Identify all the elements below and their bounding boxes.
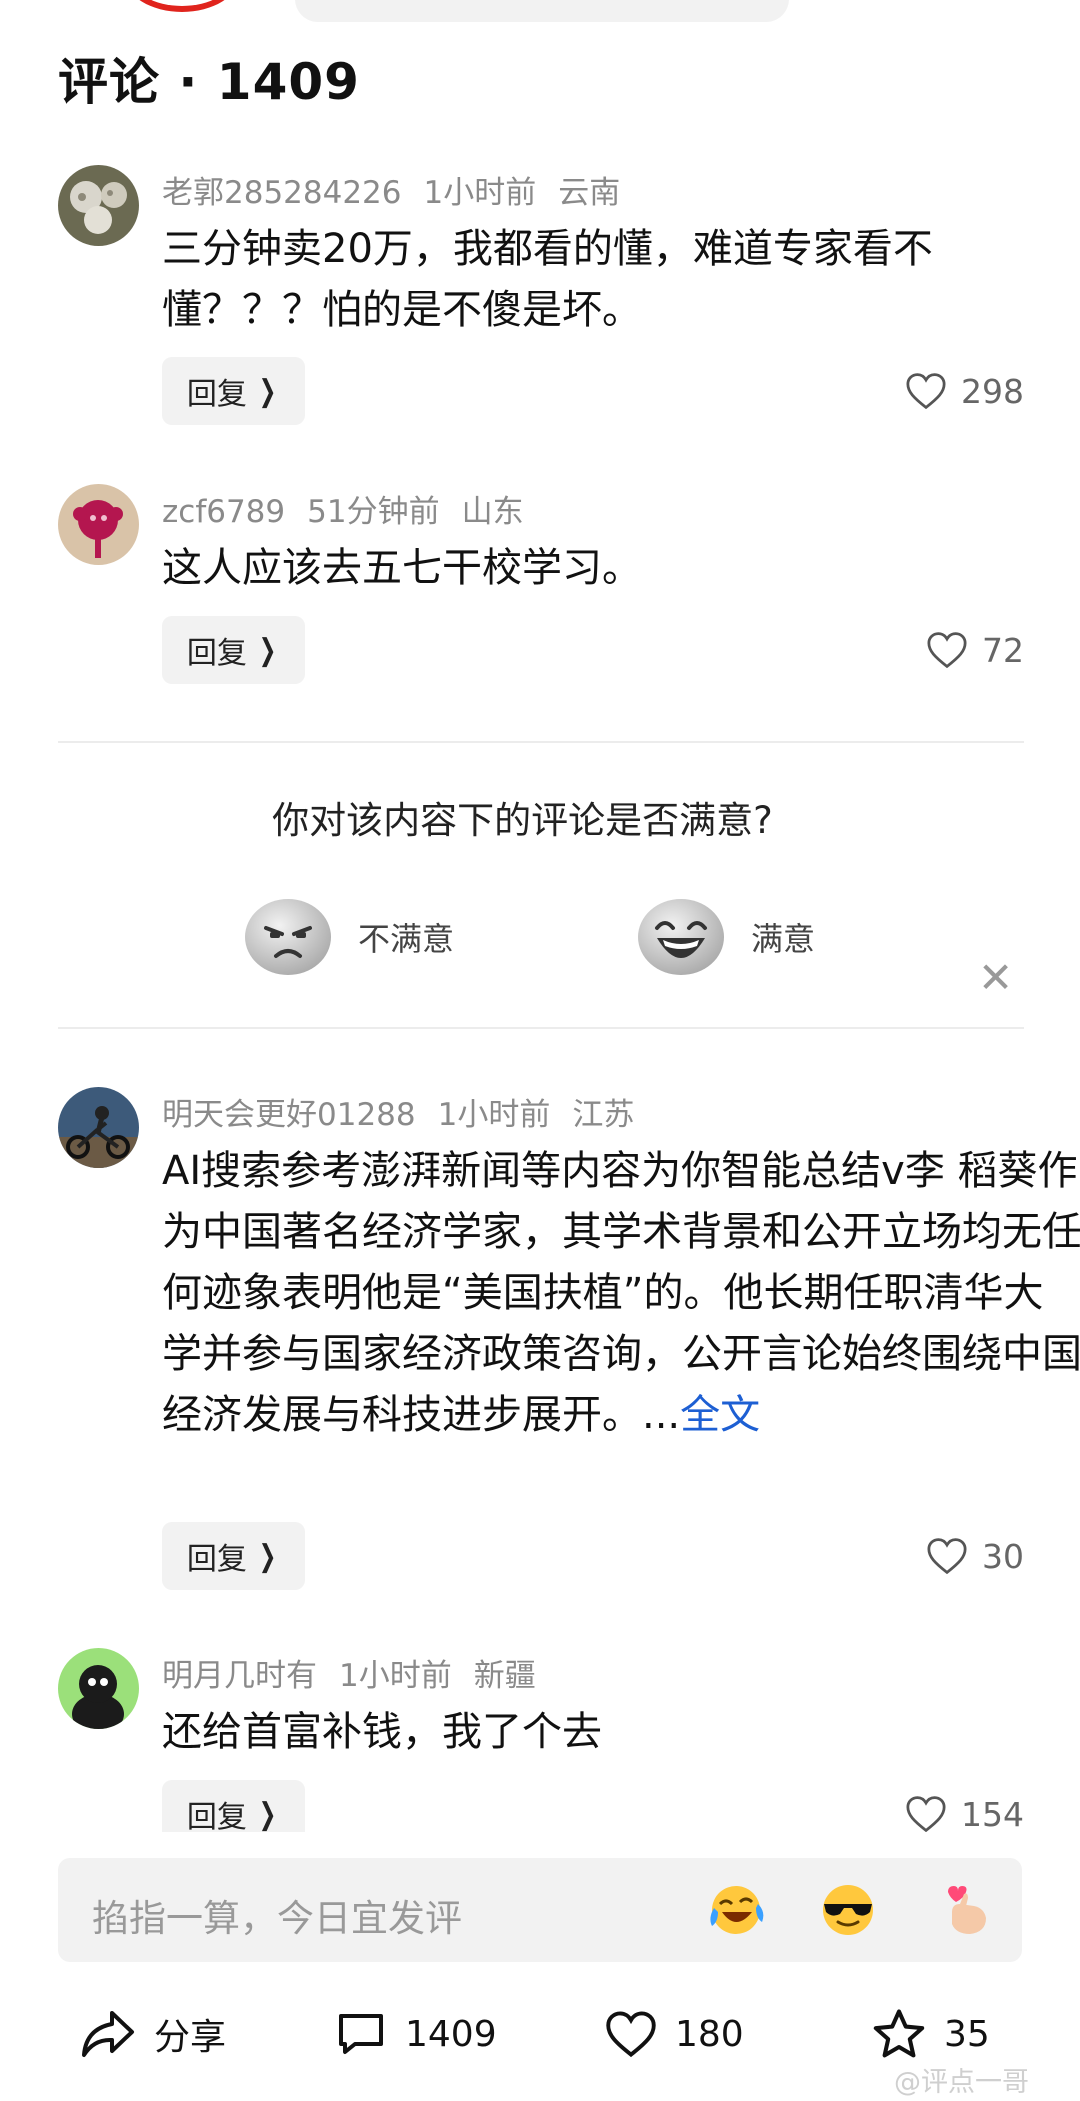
comment-input[interactable]: 掐指一算，今日宜发评 [58,1858,1022,1962]
reply-button[interactable]: 回复 ❯ [162,1780,305,1832]
divider [58,741,1024,743]
heart-icon [906,373,946,410]
heart-icon [927,632,967,669]
top-search-bar-fragment[interactable] [295,0,789,22]
comment-time: 1小时前 [423,175,537,211]
comment-meta: 明天会更好01288 1小时前 江苏 [162,1089,656,1134]
username[interactable]: 明月几时有 [162,1658,317,1694]
comment-meta: 明月几时有 1小时前 新疆 [162,1650,558,1695]
comment-text: 三分钟卖20万，我都看的懂，难道专家看不懂？？？怕的是不傻是坏。 [162,226,933,333]
survey-option-unsatisfied[interactable]: 不满意 [244,898,454,976]
comment-location: 新疆 [473,1658,536,1694]
like-count: 154 [961,1794,1024,1833]
survey-option-label: 满意 [751,920,816,958]
comment-text: AI搜索参考澎湃新闻等内容为你智能总结v李 稻葵作为中国著名经济学家，其学术背景… [162,1141,1080,1446]
like-button[interactable]: 154 [905,1780,1024,1832]
chevron-right-icon: ❯ [258,1538,277,1574]
like-post-button[interactable]: 180 [605,1994,744,2074]
username[interactable]: 明天会更好01288 [162,1097,416,1133]
likes-count: 180 [675,2013,744,2055]
like-button[interactable]: 30 [926,1522,1024,1590]
survey-option-satisfied[interactable]: 满意 [637,898,815,976]
comment-time: 1小时前 [339,1658,452,1694]
reply-button[interactable]: 回复 ❯ [162,1522,305,1590]
avatar[interactable] [58,1087,139,1168]
like-button[interactable]: 72 [926,616,1024,684]
comments-button[interactable]: 1409 [335,1994,497,2074]
laughing-crying-emoji-icon[interactable] [706,1882,766,1938]
comment-location: 江苏 [572,1097,635,1133]
star-icon [873,2009,925,2058]
comment-bubble-icon [339,2014,383,2054]
heart-icon [906,1796,946,1832]
comment-item: 老郭285284226 1小时前 云南 三分钟卖20万，我都看的懂，难道专家看不懂？… [58,165,1024,427]
username[interactable]: 老郭285284226 [162,175,402,211]
comment-meta: 老郭285284226 1小时前 云南 [162,167,642,212]
comment-location: 山东 [461,494,524,530]
satisfied-face-icon [638,899,724,975]
sunglasses-emoji-icon[interactable] [818,1882,878,1938]
reply-label: 回复 [186,1800,247,1832]
comment-time: 1小时前 [437,1097,551,1133]
heart-icon [927,1538,967,1575]
unsatisfied-face-icon [245,899,331,975]
like-count: 298 [961,371,1024,411]
chevron-right-icon: ❯ [258,1796,277,1832]
top-avatar-fragment [125,0,239,12]
comment-item: 明月几时有 1小时前 新疆 还给首富补钱，我了个去 回复 ❯ 154 [58,1648,1024,1832]
like-count: 30 [982,1536,1024,1576]
survey-option-label: 不满意 [358,920,455,958]
comment-item: zcf6789 51分钟前 山东 这人应该去五七干校学习。 回复 ❯ 72 [58,484,1024,684]
comment-meta: zcf6789 51分钟前 山东 [162,486,546,531]
comment-location: 云南 [558,175,621,211]
comments-count: 1409 [405,2013,497,2055]
heart-icon [606,2011,656,2058]
expand-full-text-link[interactable]: 全文 [680,1392,760,1438]
favorites-count: 35 [944,2013,990,2055]
watermark: @评点一哥 [894,2067,1029,2098]
avatar[interactable] [58,484,139,565]
reply-label: 回复 [186,1542,247,1577]
username[interactable]: zcf6789 [162,494,285,530]
comment-text: 还给首富补钱，我了个去 [162,1709,602,1755]
comment-text: 这人应该去五七干校学习。 [162,545,642,591]
finger-heart-emoji-icon[interactable] [934,1882,994,1938]
reply-label: 回复 [186,636,247,671]
close-icon[interactable]: ✕ [978,957,1013,999]
reply-button[interactable]: 回复 ❯ [162,616,305,684]
share-button[interactable]: 分享 [80,1994,226,2074]
reply-button[interactable]: 回复 ❯ [162,357,305,425]
survey-question: 你对该内容下的评论是否满意? [272,799,773,842]
comment-item: 明天会更好01288 1小时前 江苏 AI搜索参考澎湃新闻等内容为你智能总结v李 稻… [58,1087,1080,1592]
chevron-right-icon: ❯ [258,373,277,409]
like-button[interactable]: 298 [905,357,1024,425]
share-icon [82,2011,134,2057]
share-label: 分享 [154,2017,227,2058]
comment-time: 51分钟前 [307,494,440,530]
comment-text-content: AI搜索参考澎湃新闻等内容为你智能总结v李 稻葵作为中国著名经济学家，其学术背景… [162,1148,1080,1438]
reply-label: 回复 [186,377,247,412]
avatar[interactable] [58,165,139,246]
chevron-right-icon: ❯ [258,632,277,668]
divider [58,1027,1024,1029]
comment-input-placeholder: 掐指一算，今日宜发评 [92,1897,462,1940]
like-count: 72 [982,630,1024,670]
comments-section-title: 评论 · 1409 [58,53,360,111]
avatar[interactable] [58,1648,139,1729]
